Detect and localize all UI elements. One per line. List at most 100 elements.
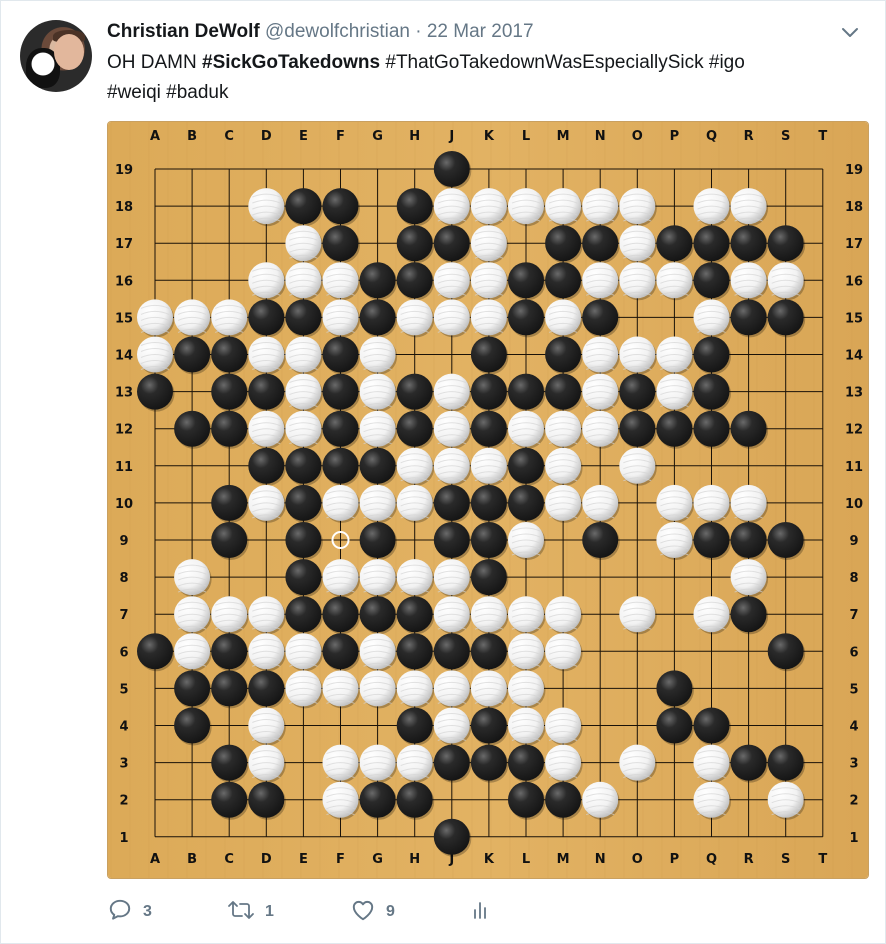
black-stone — [285, 299, 322, 336]
black-stone — [545, 336, 582, 373]
column-label: A — [150, 129, 160, 144]
black-stone — [248, 670, 285, 707]
like-button[interactable]: 9 — [350, 895, 395, 929]
black-stone — [767, 299, 804, 336]
reply-button[interactable]: 3 — [107, 895, 152, 929]
black-stone — [470, 744, 507, 781]
column-label: C — [224, 852, 234, 867]
black-stone — [211, 336, 248, 373]
black-stone — [433, 484, 470, 521]
column-label: K — [484, 129, 495, 144]
row-label: 10 — [115, 497, 133, 512]
reply-count: 3 — [143, 903, 152, 920]
black-stone — [359, 447, 396, 484]
black-stone — [693, 262, 730, 299]
black-stone — [730, 299, 767, 336]
analytics-icon — [470, 897, 494, 928]
black-stone — [656, 410, 693, 447]
black-stone — [396, 188, 433, 225]
row-label: 18 — [115, 200, 133, 215]
row-label: 19 — [845, 163, 863, 178]
row-label: 13 — [115, 386, 133, 401]
column-label: Q — [706, 129, 717, 144]
column-label: L — [522, 852, 530, 867]
tweet-text-line2[interactable]: #weiqi #baduk — [107, 82, 228, 103]
row-label: 15 — [115, 311, 133, 326]
black-stone — [137, 373, 173, 410]
row-label: 11 — [845, 460, 863, 475]
analytics-button[interactable] — [470, 895, 494, 929]
avatar[interactable] — [20, 20, 92, 92]
retweet-button[interactable]: 1 — [227, 895, 274, 929]
row-label: 4 — [849, 720, 858, 735]
black-stone — [211, 373, 248, 410]
black-stone — [359, 522, 396, 558]
column-label: P — [670, 129, 680, 144]
black-stone — [285, 559, 322, 596]
black-stone — [545, 262, 582, 299]
column-label: L — [522, 129, 530, 144]
black-stone — [470, 633, 507, 670]
black-stone — [211, 484, 248, 521]
column-label: Q — [706, 852, 717, 867]
column-label: N — [595, 852, 606, 867]
black-stone — [285, 484, 322, 521]
black-stone — [582, 299, 619, 336]
column-label: E — [299, 129, 308, 144]
row-label: 14 — [115, 349, 133, 364]
column-label: O — [632, 852, 643, 867]
row-label: 9 — [849, 534, 858, 549]
black-stone — [508, 299, 544, 336]
row-label: 3 — [849, 757, 858, 772]
black-stone — [433, 151, 470, 187]
column-label: E — [299, 852, 308, 867]
black-stone — [433, 522, 470, 558]
retweet-count: 1 — [265, 903, 274, 920]
black-stone — [508, 781, 544, 818]
author-handle[interactable]: @dewolfchristian — [265, 21, 410, 42]
tweet-card: Christian DeWolf @dewolfchristian · 22 M… — [0, 0, 886, 944]
black-stone — [656, 707, 693, 744]
black-stone — [470, 559, 507, 596]
black-stone — [396, 373, 433, 410]
row-label: 14 — [845, 349, 863, 364]
column-label: J — [448, 129, 454, 144]
tweet-date[interactable]: 22 Mar 2017 — [427, 21, 534, 42]
black-stone — [767, 522, 804, 558]
black-stone — [396, 410, 433, 447]
black-stone — [285, 522, 322, 558]
black-stone — [470, 522, 507, 558]
row-label: 1 — [849, 831, 858, 846]
black-stone — [322, 447, 359, 484]
black-stone — [470, 707, 507, 744]
black-stone — [767, 744, 804, 781]
black-stone — [285, 188, 322, 225]
black-stone — [470, 373, 507, 410]
hashtag-sickgotakedowns[interactable]: #SickGoTakedowns — [202, 52, 380, 73]
black-stone — [396, 781, 433, 818]
black-stone — [470, 336, 507, 373]
black-stone — [396, 633, 433, 670]
tweet-text-line1-post[interactable]: #ThatGoTakedownWasEspeciallySick #igo — [380, 52, 744, 73]
row-label: 6 — [849, 645, 858, 660]
black-stone — [322, 336, 359, 373]
black-stone — [730, 410, 767, 447]
chevron-down-icon[interactable] — [838, 20, 862, 44]
black-stone — [322, 410, 359, 447]
tweet-text: OH DAMN #SickGoTakedowns #ThatGoTakedown… — [107, 48, 847, 108]
column-label: F — [336, 852, 345, 867]
black-stone — [174, 410, 211, 447]
column-label: T — [818, 129, 827, 144]
row-label: 5 — [119, 682, 128, 697]
black-stone — [248, 447, 285, 484]
column-label: O — [632, 129, 643, 144]
black-stone — [211, 781, 248, 818]
author-name[interactable]: Christian DeWolf — [107, 21, 260, 42]
black-stone — [508, 484, 544, 521]
black-stone — [359, 781, 396, 818]
go-board-image[interactable]: A A B B C C D D E E F F G G H H J J K K L L M M N N O O P P Q Q R R S S T T 19… — [107, 121, 869, 879]
like-icon — [350, 897, 376, 928]
column-label: M — [557, 852, 570, 867]
column-label: S — [781, 129, 790, 144]
row-label: 16 — [115, 274, 133, 289]
